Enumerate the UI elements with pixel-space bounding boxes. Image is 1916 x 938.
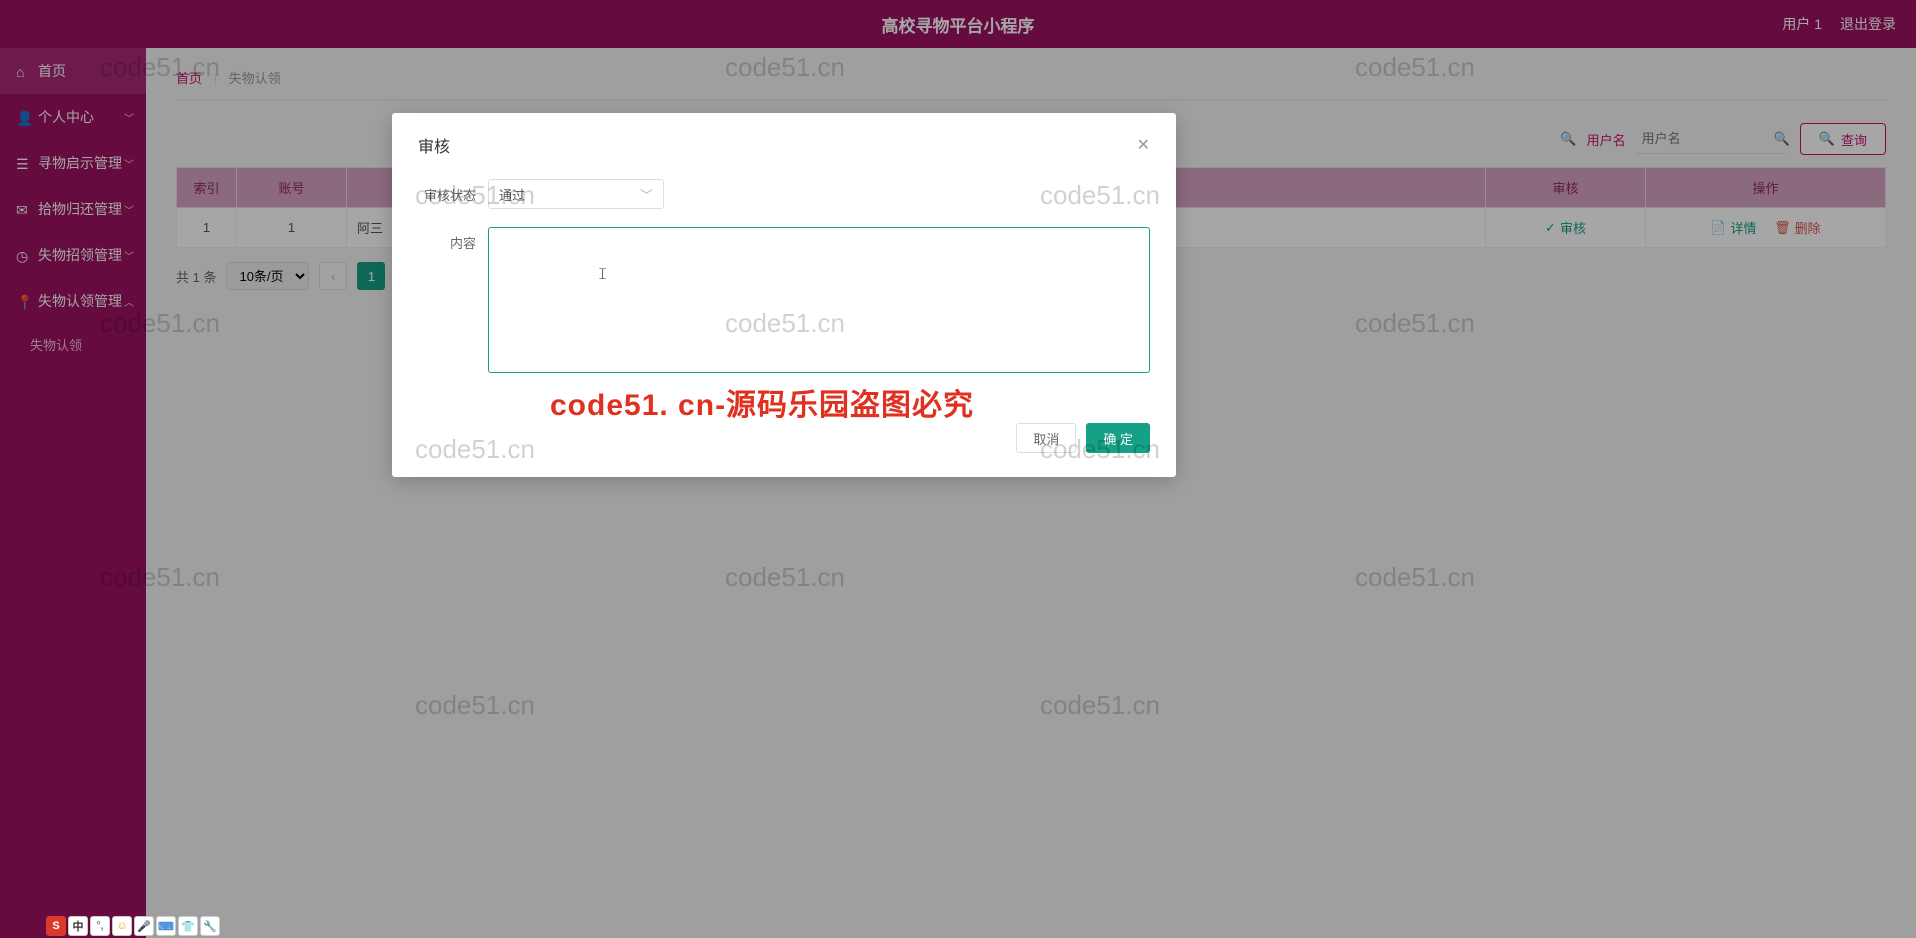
content-textarea[interactable] xyxy=(488,227,1150,373)
ime-settings-icon[interactable]: 🔧 xyxy=(200,916,220,936)
ime-s-icon[interactable]: S xyxy=(46,916,66,936)
close-icon[interactable]: ✕ xyxy=(1137,135,1150,155)
cancel-button[interactable]: 取消 xyxy=(1016,423,1076,453)
audit-modal: 审核 ✕ 审核状态 通过﹀ 内容 取消 确 定 xyxy=(392,113,1176,477)
form-row-status: 审核状态 通过﹀ xyxy=(418,179,1150,209)
ime-emoji-icon[interactable]: ☺ xyxy=(112,916,132,936)
modal-header: 审核 ✕ xyxy=(418,133,1150,157)
ime-skin-icon[interactable]: 👕 xyxy=(178,916,198,936)
chevron-down-icon: ﹀ xyxy=(640,185,653,204)
modal-footer: 取消 确 定 xyxy=(418,423,1150,453)
modal-title: 审核 xyxy=(418,133,450,157)
form-row-content: 内容 xyxy=(418,227,1150,373)
confirm-button[interactable]: 确 定 xyxy=(1086,423,1150,453)
ime-mic-icon[interactable]: 🎤 xyxy=(134,916,154,936)
ime-keyboard-icon[interactable]: ⌨ xyxy=(156,916,176,936)
status-select[interactable]: 通过﹀ xyxy=(488,179,664,209)
ime-punct-icon[interactable]: °, xyxy=(90,916,110,936)
ime-zh-icon[interactable]: 中 xyxy=(68,916,88,936)
ime-toolbar[interactable]: S 中 °, ☺ 🎤 ⌨ 👕 🔧 xyxy=(46,916,220,936)
